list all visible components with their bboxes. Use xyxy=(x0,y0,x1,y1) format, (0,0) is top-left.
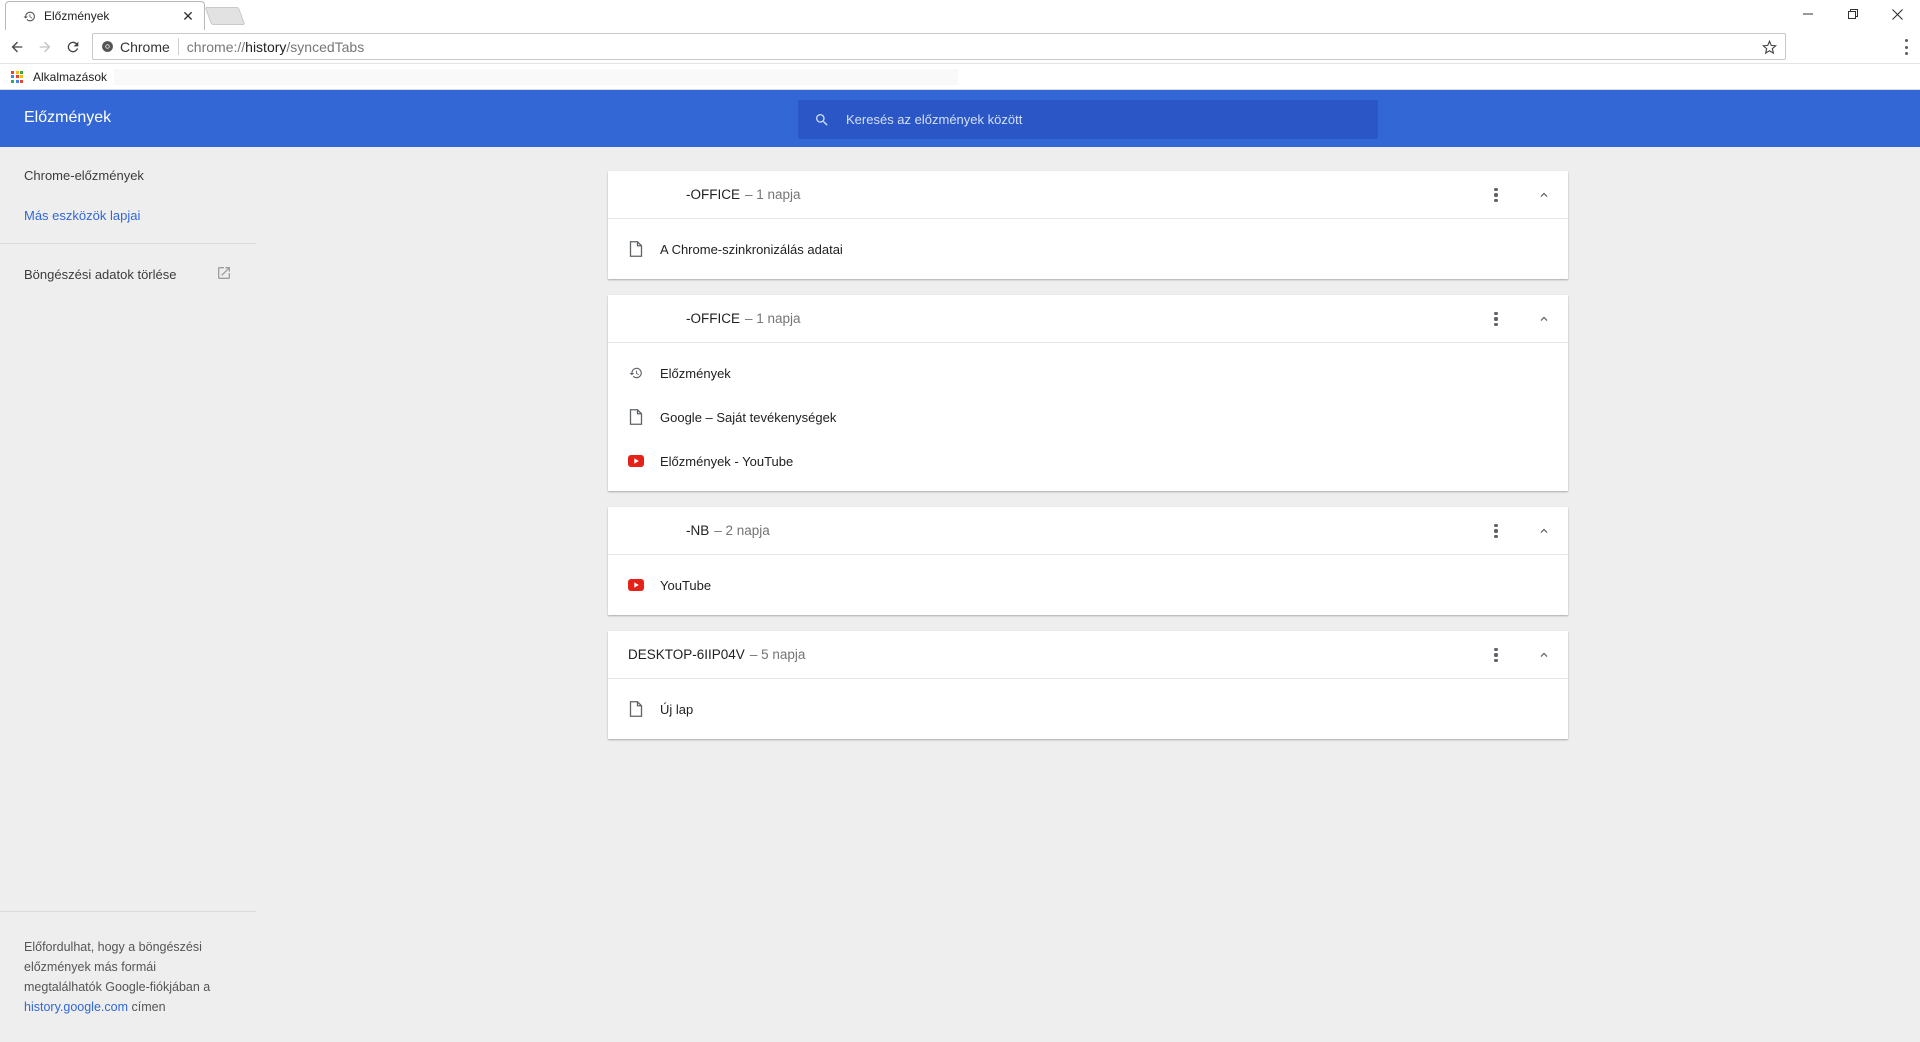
more-vert-icon[interactable] xyxy=(1486,309,1506,329)
close-tab-icon[interactable]: ✕ xyxy=(180,8,196,24)
device-card: -OFFICE – 1 napja Előzmények Google – Sa… xyxy=(608,295,1568,491)
collapse-icon[interactable] xyxy=(1534,521,1554,541)
page-icon xyxy=(628,241,644,257)
omnibox-url[interactable]: chrome://history/syncedTabs xyxy=(179,39,364,55)
footer-text: Előfordulhat, hogy a böngészési előzmény… xyxy=(24,940,211,994)
device-name: DESKTOP-6IIP04V xyxy=(628,647,745,662)
restore-icon[interactable] xyxy=(1830,0,1875,28)
device-name: -OFFICE xyxy=(686,187,740,202)
device-name: -OFFICE xyxy=(686,311,740,326)
search-icon xyxy=(812,110,832,130)
url-scheme: chrome:// xyxy=(186,38,246,55)
device-card-header: -NB – 2 napja xyxy=(608,507,1568,555)
page-title: Előzmények xyxy=(24,109,112,126)
device-last-sync: – 5 napja xyxy=(749,647,806,662)
history-search[interactable] xyxy=(798,100,1378,139)
bookmarks-bar: Alkalmazások xyxy=(0,64,1920,90)
device-card-header: -OFFICE – 1 napja xyxy=(608,171,1568,219)
synced-tab-title: Új lap xyxy=(660,701,694,717)
synced-devices-list: -OFFICE – 1 napja A Chrome-szinkronizálá… xyxy=(608,171,1568,755)
synced-tab-item[interactable]: Előzmények xyxy=(608,351,1568,395)
url-path: /syncedTabs xyxy=(286,38,365,55)
omnibox-chrome-label: Chrome xyxy=(120,38,170,55)
search-input[interactable] xyxy=(832,100,1378,139)
history-icon xyxy=(628,365,644,381)
history-google-link[interactable]: history.google.com xyxy=(24,1000,128,1014)
more-vert-icon[interactable] xyxy=(1486,645,1506,665)
bookmarks-blank-area xyxy=(114,69,958,85)
minimize-icon[interactable] xyxy=(1785,0,1830,28)
collapse-icon[interactable] xyxy=(1534,645,1554,665)
title-bar: Előzmények ✕ xyxy=(0,0,1920,30)
sidebar-item-other-devices[interactable]: Más eszközök lapjai xyxy=(24,208,140,223)
device-card-header: DESKTOP-6IIP04V – 5 napja xyxy=(608,631,1568,679)
open-in-new-icon xyxy=(216,265,232,284)
sidebar-footer-divider xyxy=(0,911,256,912)
synced-tab-title: Google – Saját tevékenységek xyxy=(660,409,837,425)
clear-browsing-data-link[interactable]: Böngészési adatok törlése xyxy=(24,265,232,284)
new-tab-button[interactable] xyxy=(204,7,246,25)
synced-tab-item[interactable]: Előzmények - YouTube xyxy=(608,439,1568,483)
page-icon xyxy=(628,701,644,717)
window-controls xyxy=(1785,0,1920,28)
device-card-header: -OFFICE – 1 napja xyxy=(608,295,1568,343)
more-vert-icon[interactable] xyxy=(1486,521,1506,541)
page-icon xyxy=(628,409,644,425)
chrome-icon xyxy=(102,41,113,52)
forward-icon[interactable] xyxy=(33,35,57,59)
back-icon[interactable] xyxy=(5,35,29,59)
url-host: history xyxy=(245,38,287,55)
apps-bookmark-label[interactable]: Alkalmazások xyxy=(33,70,107,84)
history-header: Előzmények xyxy=(0,90,1920,147)
synced-tab-title: Előzmények - YouTube xyxy=(660,453,794,469)
close-window-icon[interactable] xyxy=(1875,0,1920,28)
device-card: DESKTOP-6IIP04V – 5 napja Új lap xyxy=(608,631,1568,739)
sidebar-divider xyxy=(0,243,256,244)
device-card: -NB – 2 napja YouTube xyxy=(608,507,1568,615)
synced-tab-title: Előzmények xyxy=(660,365,731,381)
bookmark-star-icon[interactable] xyxy=(1759,37,1779,57)
device-last-sync: – 2 napja xyxy=(714,523,770,538)
device-last-sync: – 1 napja xyxy=(745,311,801,326)
clear-browsing-data-label: Böngészési adatok törlése xyxy=(24,267,177,282)
tab-title: Előzmények xyxy=(44,9,110,23)
device-last-sync: – 1 napja xyxy=(745,187,801,202)
youtube-icon xyxy=(628,577,644,593)
apps-icon[interactable] xyxy=(11,70,23,83)
footer-text-end: címen xyxy=(131,1000,166,1014)
synced-tab-item[interactable]: YouTube xyxy=(608,563,1568,607)
collapse-icon[interactable] xyxy=(1534,309,1554,329)
youtube-icon xyxy=(628,453,644,469)
tab-history[interactable]: Előzmények ✕ xyxy=(5,1,205,30)
sidebar-footer-note: Előfordulhat, hogy a böngészési előzmény… xyxy=(24,937,224,1017)
sidebar-item-chrome-history[interactable]: Chrome-előzmények xyxy=(24,168,144,183)
collapse-icon[interactable] xyxy=(1534,185,1554,205)
chrome-menu-icon[interactable] xyxy=(1902,37,1910,57)
synced-tab-title: A Chrome-szinkronizálás adatai xyxy=(660,241,843,257)
more-vert-icon[interactable] xyxy=(1486,185,1506,205)
browser-toolbar: Chrome chrome://history/syncedTabs xyxy=(0,30,1920,64)
history-icon xyxy=(22,9,36,23)
synced-tab-item[interactable]: Google – Saját tevékenységek xyxy=(608,395,1568,439)
reload-icon[interactable] xyxy=(61,35,85,59)
synced-tab-item[interactable]: A Chrome-szinkronizálás adatai xyxy=(608,227,1568,271)
device-name: -NB xyxy=(686,523,710,538)
sidebar: Chrome-előzmények Más eszközök lapjai Bö… xyxy=(0,147,256,1042)
synced-tab-title: YouTube xyxy=(660,577,712,593)
device-card: -OFFICE – 1 napja A Chrome-szinkronizálá… xyxy=(608,171,1568,279)
omnibox[interactable]: Chrome chrome://history/syncedTabs xyxy=(92,33,1786,60)
synced-tab-item[interactable]: Új lap xyxy=(608,687,1568,731)
omnibox-secure-chip[interactable]: Chrome xyxy=(93,38,179,55)
